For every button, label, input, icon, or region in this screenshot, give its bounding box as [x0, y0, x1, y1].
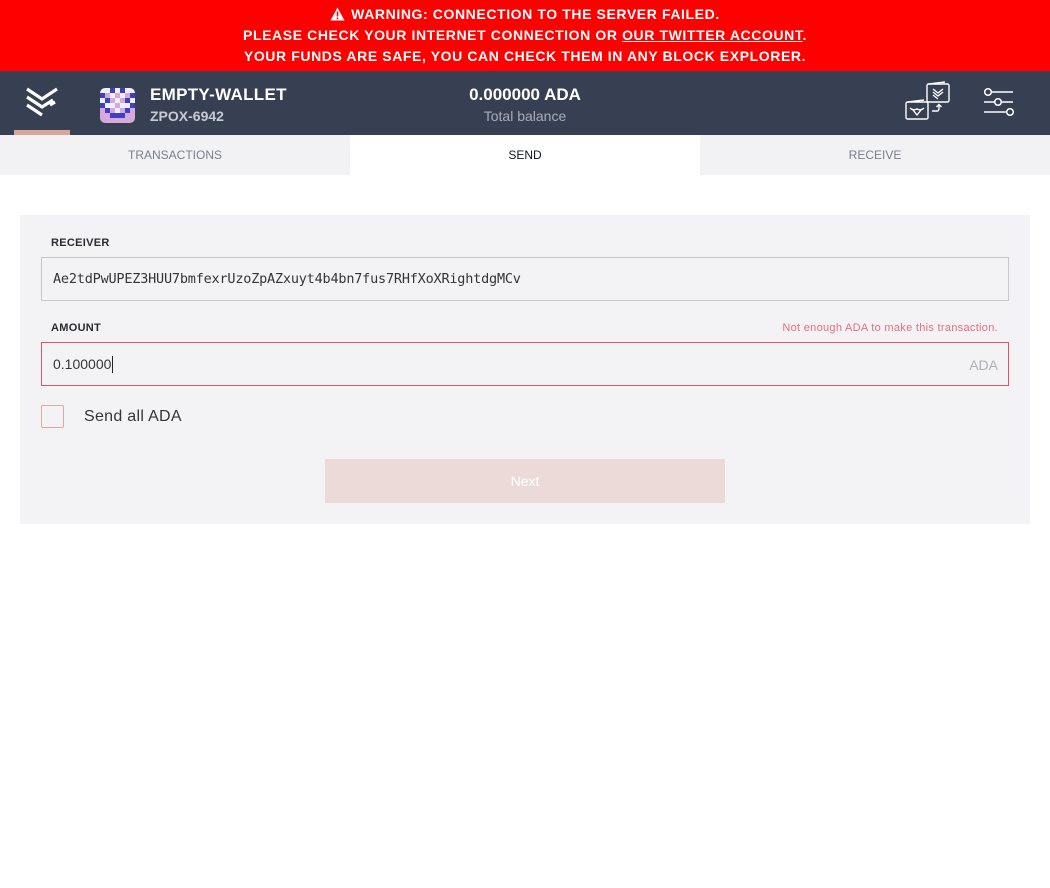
settings-sliders-icon[interactable] — [983, 87, 1017, 124]
tab-receive[interactable]: RECEIVE — [700, 135, 1050, 175]
wallets-switch-icon[interactable] — [905, 81, 951, 123]
wallet-info[interactable]: EMPTY-WALLET ZPOX-6942 — [100, 85, 287, 125]
wallet-name: EMPTY-WALLET — [150, 85, 287, 104]
banner-warning-text: WARNING: CONNECTION TO THE SERVER FAILED… — [351, 6, 720, 22]
tab-transactions[interactable]: TRANSACTIONS — [0, 135, 350, 175]
warning-icon — [330, 6, 345, 27]
twitter-account-link[interactable]: OUR TWITTER ACCOUNT — [622, 27, 802, 43]
top-bar: EMPTY-WALLET ZPOX-6942 0.000000 ADA Tota… — [0, 71, 1050, 135]
amount-input[interactable]: 0.100000 ADA — [41, 342, 1009, 386]
receiver-input[interactable]: Ae2tdPwUPEZ3HUU7bmfexrUzoZpAZxuyt4b4bn7f… — [41, 257, 1009, 301]
send-all-row[interactable]: Send all ADA — [41, 405, 182, 428]
next-button[interactable]: Next — [325, 459, 725, 503]
avatar-cell — [130, 117, 135, 123]
banner-period: . — [802, 27, 807, 43]
text-caret — [112, 355, 114, 373]
send-all-checkbox[interactable] — [41, 405, 64, 428]
send-all-label[interactable]: Send all ADA — [84, 408, 182, 426]
send-form: RECEIVER Ae2tdPwUPEZ3HUU7bmfexrUzoZpAZxu… — [20, 215, 1030, 524]
receiver-label: RECEIVER — [51, 237, 110, 249]
amount-error-message: Not enough ADA to make this transaction. — [782, 322, 998, 334]
amount-unit: ADA — [969, 357, 998, 373]
amount-value: 0.100000 — [53, 356, 112, 372]
yoroi-logo-button[interactable] — [14, 71, 70, 135]
tab-send[interactable]: SEND — [350, 135, 700, 175]
banner-line-3: YOUR FUNDS ARE SAFE, YOU CAN CHECK THEM … — [243, 48, 807, 64]
banner-line-2: PLEASE CHECK YOUR INTERNET CONNECTION OR… — [0, 25, 1050, 46]
wallet-tabs: TRANSACTIONS SEND RECEIVE — [0, 135, 1050, 175]
wallet-plate: ZPOX-6942 — [150, 108, 224, 124]
yoroi-logo-icon — [26, 87, 58, 117]
banner-line-1: WARNING: CONNECTION TO THE SERVER FAILED… — [0, 4, 1050, 25]
active-indicator — [14, 130, 70, 135]
receiver-value: Ae2tdPwUPEZ3HUU7bmfexrUzoZpAZxuyt4b4bn7f… — [53, 271, 521, 287]
amount-label: AMOUNT — [51, 322, 102, 334]
wallet-avatar — [100, 87, 135, 123]
connection-error-banner: WARNING: CONNECTION TO THE SERVER FAILED… — [0, 0, 1050, 71]
banner-check-text: PLEASE CHECK YOUR INTERNET CONNECTION OR — [243, 27, 623, 43]
